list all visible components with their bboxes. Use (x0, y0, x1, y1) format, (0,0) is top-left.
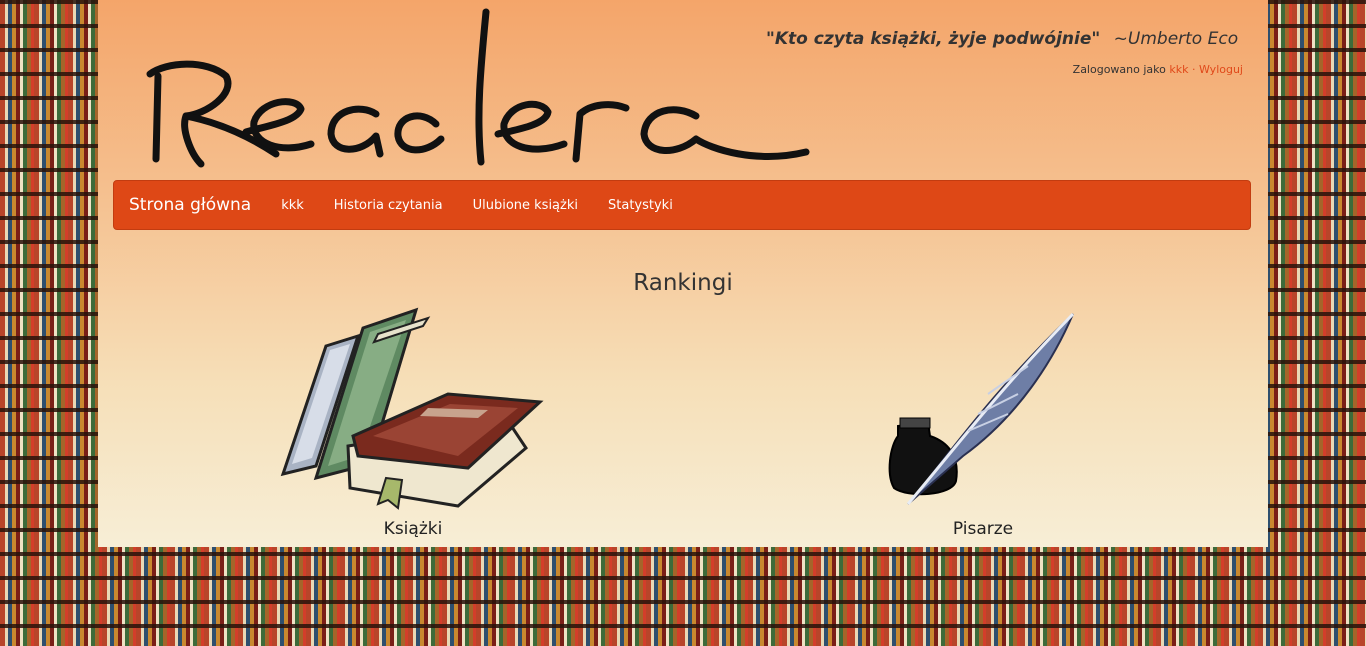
nav-item-favorite-books[interactable]: Ulubione książki (458, 198, 593, 213)
main-navbar: Strona główna kkk Historia czytania Ulub… (113, 180, 1251, 230)
writers-label: Pisarze (952, 519, 1014, 539)
quote-author: ~Umberto Eco (1113, 29, 1239, 49)
quote: "Kto czyta książki, żyje podwójnie" ~Umb… (766, 29, 1238, 49)
nav-item-statistics[interactable]: Statystyki (593, 198, 688, 213)
books-label: Książki (383, 519, 443, 539)
quill-inkwell-icon (888, 312, 1075, 505)
login-status: Zalogowano jako kkk · Wyloguj (1073, 63, 1243, 76)
page-title: Rankingi (633, 270, 733, 296)
login-prefix: Zalogowano jako (1072, 63, 1166, 76)
nav-item-profile[interactable]: kkk (266, 198, 319, 213)
books-icon (280, 307, 544, 510)
page-container: "Kto czyta książki, żyje podwójnie" ~Umb… (98, 0, 1268, 547)
readera-logo[interactable] (136, 4, 816, 176)
nav-brand-home[interactable]: Strona główna (114, 195, 266, 215)
writers-ranking-tile[interactable]: Pisarze (868, 306, 1098, 539)
login-separator: · (1192, 63, 1196, 76)
quote-text: "Kto czyta książki, żyje podwójnie" (766, 29, 1101, 49)
logout-link[interactable]: Wyloguj (1199, 63, 1243, 76)
books-ranking-tile[interactable]: Książki (278, 306, 548, 539)
username-link[interactable]: kkk (1169, 63, 1188, 76)
nav-item-reading-history[interactable]: Historia czytania (319, 198, 458, 213)
